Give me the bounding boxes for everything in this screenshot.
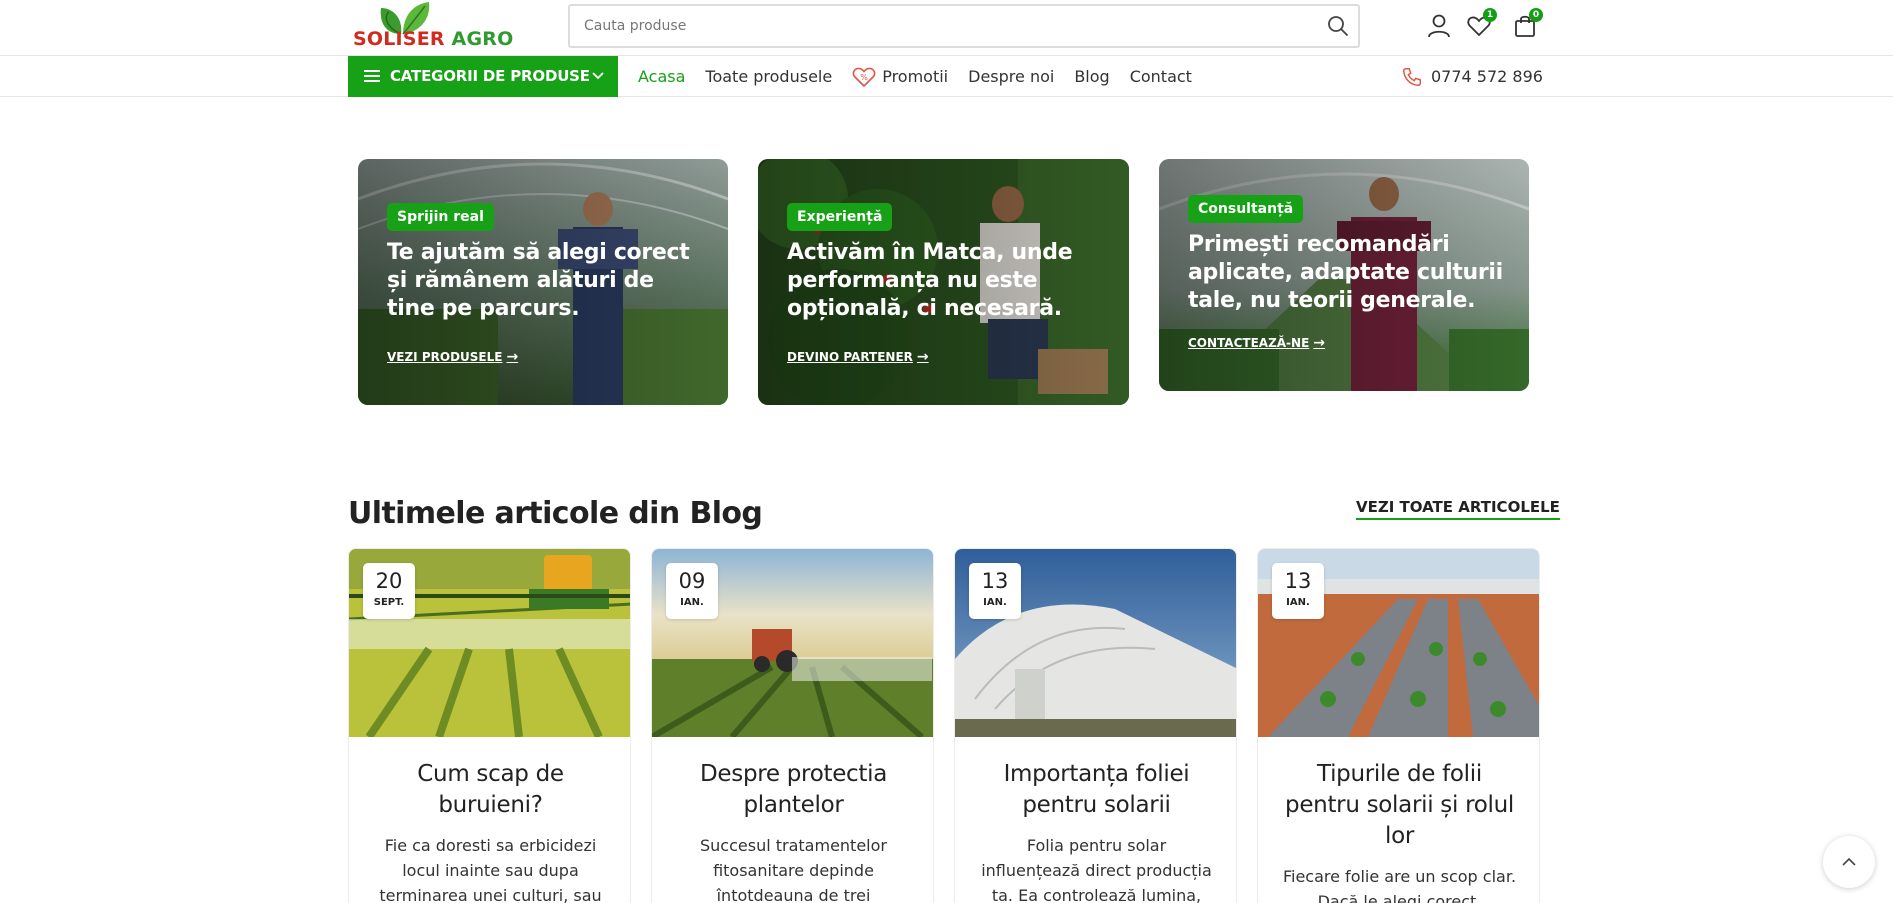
- categories-label: CATEGORII DE PRODUSE: [390, 67, 590, 85]
- cart-button[interactable]: 0: [1511, 8, 1543, 40]
- nav-link-blog[interactable]: Blog: [1074, 67, 1109, 86]
- nav-link-despre-noi[interactable]: Despre noi: [968, 67, 1054, 86]
- promo-card-consultanta[interactable]: Consultanță Primești recomandări aplicat…: [1159, 159, 1529, 391]
- svg-text:%: %: [860, 73, 868, 82]
- logo-text: SOLISER AGRO: [353, 28, 513, 50]
- post-title[interactable]: Despre protectia plantelor: [672, 759, 915, 821]
- cart-count-badge: 0: [1529, 8, 1543, 22]
- blog-post-card[interactable]: 09 IAN. Despre protectia plantelor Succe…: [651, 548, 934, 903]
- promo-heart-icon: %: [852, 67, 876, 87]
- promo-link-label: CONTACTEAZĂ-NE: [1188, 336, 1310, 350]
- promo-tag: Consultanță: [1188, 195, 1304, 223]
- post-excerpt: Fiecare folie are un scop clar. Dacă le …: [1282, 867, 1517, 903]
- phone-link[interactable]: 0774 572 896: [1401, 56, 1543, 97]
- blog-post-card[interactable]: 13 IAN. Tipurile de folii pentru solarii…: [1257, 548, 1540, 903]
- devino-partener-link[interactable]: DEVINO PARTENER →: [787, 349, 929, 365]
- post-title[interactable]: Tipurile de folii pentru solarii și rolu…: [1278, 759, 1521, 852]
- post-date: 09 IAN.: [666, 563, 718, 619]
- nav-links: Acasa Toate produsele % Promotii Despre …: [638, 56, 1212, 97]
- header-top: SOLISER AGRO 1 0: [0, 0, 1893, 56]
- post-day: 20: [375, 569, 403, 593]
- promo-tag: Experiență: [787, 203, 893, 231]
- logo-word-agro: AGRO: [451, 28, 514, 50]
- post-month: IAN.: [983, 597, 1007, 608]
- post-date: 13 IAN.: [969, 563, 1021, 619]
- post-title[interactable]: Importanța foliei pentru solarii: [975, 759, 1218, 821]
- vezi-produsele-link[interactable]: VEZI PRODUSELE →: [387, 349, 518, 365]
- user-icon: [1428, 14, 1450, 38]
- see-all-articles-link[interactable]: VEZI TOATE ARTICOLELE: [1356, 498, 1560, 520]
- logo-word-soliser: SOLISER: [353, 28, 445, 50]
- chevron-up-icon: [1842, 857, 1856, 866]
- post-day: 13: [1284, 569, 1312, 593]
- nav-link-toate-produsele[interactable]: Toate produsele: [705, 67, 832, 86]
- post-date: 13 IAN.: [1272, 563, 1324, 619]
- promo-card-experienta[interactable]: Experiență Activăm în Matca, unde perfor…: [758, 159, 1129, 405]
- menu-icon: [364, 70, 380, 82]
- promo-title: Te ajutăm să alegi corect și rămânem ală…: [387, 240, 690, 321]
- post-title[interactable]: Cum scap de buruieni?: [369, 759, 612, 821]
- site-logo[interactable]: SOLISER AGRO: [353, 0, 513, 52]
- search-icon[interactable]: [1326, 14, 1350, 38]
- blog-post-card[interactable]: 20 SEPT. Cum scap de buruieni? Fie ca do…: [348, 548, 631, 903]
- nav-link-promotii[interactable]: % Promotii: [852, 66, 948, 88]
- promo-tag: Sprijin real: [387, 203, 494, 231]
- wishlist-count-badge: 1: [1483, 8, 1497, 22]
- nav-link-acasa[interactable]: Acasa: [638, 67, 685, 86]
- post-excerpt: Fie ca doresti sa erbicidezi locul inain…: [379, 836, 602, 903]
- arrow-right-icon: →: [506, 349, 519, 365]
- arrow-right-icon: →: [916, 349, 929, 365]
- search-input[interactable]: [584, 6, 1304, 46]
- nav-link-contact[interactable]: Contact: [1130, 67, 1192, 86]
- scroll-to-top-button[interactable]: [1823, 836, 1875, 888]
- nav-link-promotii-label: Promotii: [882, 67, 949, 86]
- phone-number: 0774 572 896: [1431, 67, 1543, 86]
- post-month: IAN.: [1286, 597, 1310, 608]
- search-bar: [568, 4, 1360, 48]
- phone-icon: [1403, 67, 1421, 86]
- promo-link-label: VEZI PRODUSELE: [387, 350, 503, 364]
- post-month: IAN.: [680, 597, 704, 608]
- post-excerpt: Folia pentru solar influențează direct p…: [981, 836, 1212, 903]
- chevron-down-icon: [592, 72, 604, 80]
- post-day: 13: [981, 569, 1009, 593]
- promo-card-sprijin[interactable]: Sprijin real Te ajutăm să alegi corect ș…: [358, 159, 728, 405]
- post-day: 09: [678, 569, 706, 593]
- main-navigation: CATEGORII DE PRODUSE Acasa Toate produse…: [0, 56, 1893, 97]
- post-date: 20 SEPT.: [363, 563, 415, 619]
- post-month: SEPT.: [373, 597, 405, 608]
- contacteaza-ne-link[interactable]: CONTACTEAZĂ-NE →: [1188, 335, 1325, 351]
- account-button[interactable]: [1425, 12, 1453, 40]
- blog-post-card[interactable]: 13 IAN. Importanța foliei pentru solarii…: [954, 548, 1237, 903]
- post-excerpt: Succesul tratamentelor fitosanitare depi…: [700, 836, 887, 903]
- arrow-right-icon: →: [1313, 335, 1326, 351]
- promo-title: Primești recomandări aplicate, adaptate …: [1188, 232, 1503, 313]
- wishlist-button[interactable]: 1: [1465, 8, 1497, 40]
- categories-menu-button[interactable]: CATEGORII DE PRODUSE: [348, 56, 618, 97]
- promo-link-label: DEVINO PARTENER: [787, 350, 913, 364]
- blog-section-heading: Ultimele articole din Blog: [348, 496, 763, 531]
- promo-title: Activăm în Matca, unde performanța nu es…: [787, 240, 1073, 321]
